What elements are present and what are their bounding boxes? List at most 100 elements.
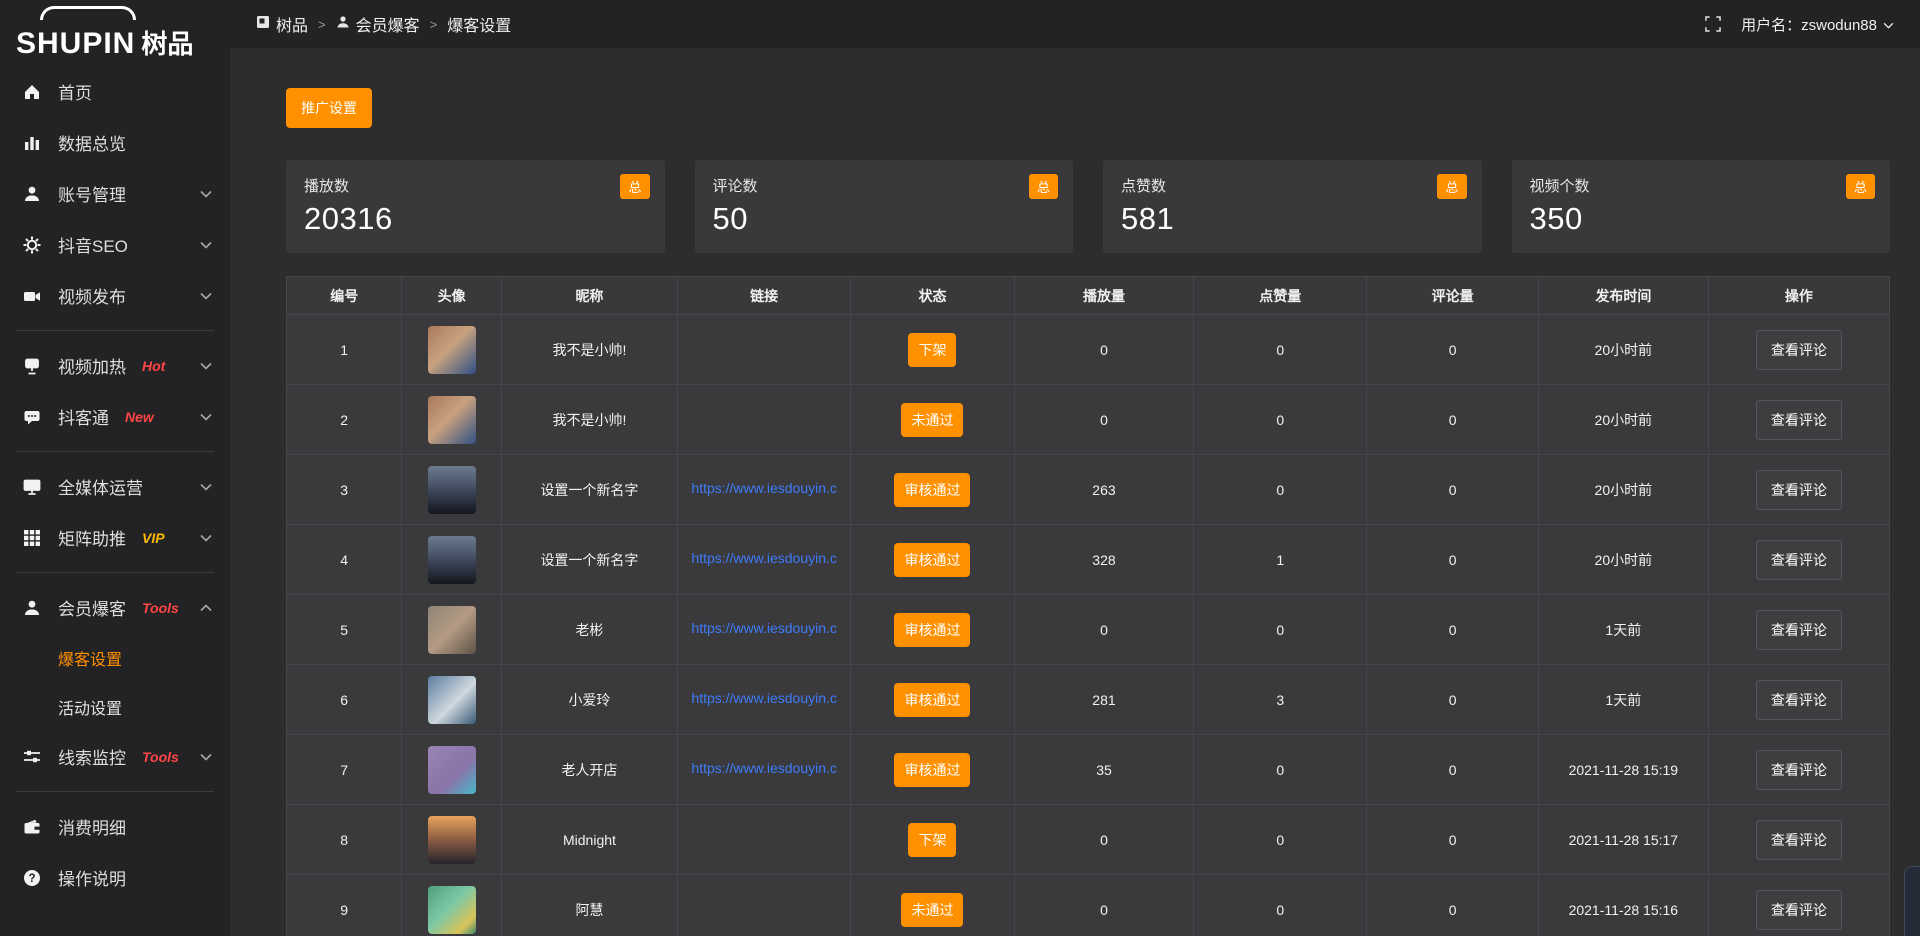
view-comments-button[interactable]: 查看评论 — [1756, 680, 1842, 720]
video-link[interactable]: https://www.iesdouyin.c — [691, 760, 837, 776]
breadcrumb-label: 会员爆客 — [356, 12, 420, 36]
breadcrumb-label: 爆客设置 — [447, 12, 511, 36]
users-icon — [22, 599, 42, 617]
sidebar-item-label: 线索监控 — [58, 744, 126, 769]
status-badge: 审核通过 — [894, 613, 970, 647]
status-badge: 未通过 — [901, 893, 963, 927]
member-icon — [336, 15, 350, 34]
promo-settings-button[interactable]: 推广设置 — [286, 88, 372, 128]
cell-likes: 0 — [1194, 805, 1367, 875]
cell-nickname: 我不是小帅! — [501, 315, 677, 385]
table-row: 1 我不是小帅! 下架 0 0 0 20小时前 查看评论 — [287, 315, 1890, 385]
total-badge: 总 — [1029, 174, 1058, 199]
cell-id: 5 — [287, 595, 402, 665]
cell-id: 1 — [287, 315, 402, 385]
status-badge: 审核通过 — [894, 543, 970, 577]
view-comments-button[interactable]: 查看评论 — [1756, 330, 1842, 370]
sidebar-item-doketong[interactable]: 抖客通 New — [0, 391, 230, 442]
avatar — [428, 536, 476, 584]
table-row: 2 我不是小帅! 未通过 0 0 0 20小时前 查看评论 — [287, 385, 1890, 455]
sidebar-item-video-publish[interactable]: 视频发布 — [0, 270, 230, 321]
grid-icon — [22, 529, 42, 547]
logo-arc — [40, 6, 136, 20]
submenu-item-baoke-settings[interactable]: 爆客设置 — [0, 633, 230, 682]
app-icon — [256, 15, 270, 34]
cell-time: 1天前 — [1538, 595, 1708, 665]
user-menu[interactable]: 用户名：zswodun88 — [1741, 14, 1894, 35]
sidebar-item-label: 抖音SEO — [58, 232, 128, 257]
view-comments-button[interactable]: 查看评论 — [1756, 610, 1842, 650]
cell-id: 2 — [287, 385, 402, 455]
topbar: 树品 > 会员爆客 > 爆客设置 用户名： — [230, 0, 1920, 48]
sidebar-item-douyin-seo[interactable]: 抖音SEO — [0, 219, 230, 270]
cell-nickname: 阿慧 — [501, 875, 677, 936]
cell-likes: 3 — [1194, 665, 1367, 735]
chevron-down-icon — [200, 483, 212, 491]
brand-logo: SHUPIN 树品 — [0, 0, 230, 62]
view-comments-button[interactable]: 查看评论 — [1756, 750, 1842, 790]
breadcrumb-item-home[interactable]: 树品 — [256, 12, 308, 36]
view-comments-button[interactable]: 查看评论 — [1756, 540, 1842, 580]
sidebar-item-lead-monitor[interactable]: 线索监控 Tools — [0, 731, 230, 782]
caret-down-icon — [1883, 16, 1894, 33]
col-header-actions: 操作 — [1708, 277, 1889, 315]
table-header-row: 编号 头像 昵称 链接 状态 播放量 点赞量 评论量 发布时间 操作 — [287, 277, 1890, 315]
cell-comments: 0 — [1367, 455, 1539, 525]
breadcrumb-separator: > — [430, 17, 438, 32]
sidebar-item-video-heat[interactable]: 视频加热 Hot — [0, 340, 230, 391]
floating-widget[interactable] — [1904, 866, 1920, 936]
view-comments-button[interactable]: 查看评论 — [1756, 890, 1842, 930]
table-row: 4 设置一个新名字 https://www.iesdouyin.c 审核通过 3… — [287, 525, 1890, 595]
home-icon — [22, 83, 42, 101]
sidebar-item-media-ops[interactable]: 全媒体运营 — [0, 461, 230, 512]
col-header-likes: 点赞量 — [1194, 277, 1367, 315]
video-link[interactable]: https://www.iesdouyin.c — [691, 480, 837, 496]
cell-comments: 0 — [1367, 315, 1539, 385]
breadcrumb-item-member-baoke[interactable]: 会员爆客 — [336, 12, 420, 36]
tools-tag: Tools — [142, 600, 179, 616]
cell-id: 7 — [287, 735, 402, 805]
cell-id: 8 — [287, 805, 402, 875]
sidebar-item-member-baoke[interactable]: 会员爆客 Tools — [0, 582, 230, 633]
vip-tag: VIP — [142, 530, 165, 546]
total-badge: 总 — [1846, 174, 1875, 199]
sidebar-divider — [16, 451, 214, 452]
video-link[interactable]: https://www.iesdouyin.c — [691, 550, 837, 566]
view-comments-button[interactable]: 查看评论 — [1756, 470, 1842, 510]
status-badge: 未通过 — [901, 403, 963, 437]
fullscreen-icon[interactable] — [1705, 16, 1721, 32]
chevron-up-icon — [200, 604, 212, 612]
cell-id: 6 — [287, 665, 402, 735]
sidebar-nav: 首页 数据总览 账号管理 抖音 — [0, 62, 230, 903]
cell-time: 20小时前 — [1538, 315, 1708, 385]
view-comments-button[interactable]: 查看评论 — [1756, 820, 1842, 860]
stat-value: 20316 — [304, 201, 647, 237]
submenu-item-activity-settings[interactable]: 活动设置 — [0, 682, 230, 731]
sidebar-item-spend-detail[interactable]: 消费明细 — [0, 801, 230, 852]
avatar — [428, 326, 476, 374]
sidebar-item-account[interactable]: 账号管理 — [0, 168, 230, 219]
cell-time: 20小时前 — [1538, 525, 1708, 595]
sidebar-item-matrix-boost[interactable]: 矩阵助推 VIP — [0, 512, 230, 563]
video-link[interactable]: https://www.iesdouyin.c — [691, 620, 837, 636]
cell-id: 4 — [287, 525, 402, 595]
cell-plays: 0 — [1014, 805, 1194, 875]
cell-nickname: 我不是小帅! — [501, 385, 677, 455]
cell-likes: 0 — [1194, 875, 1367, 936]
sidebar-item-home[interactable]: 首页 — [0, 66, 230, 117]
cell-nickname: Midnight — [501, 805, 677, 875]
logo-text-cn: 树品 — [141, 24, 193, 61]
cell-comments: 0 — [1367, 875, 1539, 936]
avatar — [428, 816, 476, 864]
stat-cards: 播放数 20316 总 评论数 50 总 点赞数 581 总 视频个数 350 — [286, 160, 1890, 253]
view-comments-button[interactable]: 查看评论 — [1756, 400, 1842, 440]
sidebar-item-data-overview[interactable]: 数据总览 — [0, 117, 230, 168]
sidebar-item-label: 消费明细 — [58, 814, 126, 839]
cell-plays: 0 — [1014, 315, 1194, 385]
cell-plays: 263 — [1014, 455, 1194, 525]
sidebar-item-help[interactable]: ? 操作说明 — [0, 852, 230, 903]
user-icon — [22, 185, 42, 203]
sidebar-divider — [16, 572, 214, 573]
cell-plays: 281 — [1014, 665, 1194, 735]
video-link[interactable]: https://www.iesdouyin.c — [691, 690, 837, 706]
